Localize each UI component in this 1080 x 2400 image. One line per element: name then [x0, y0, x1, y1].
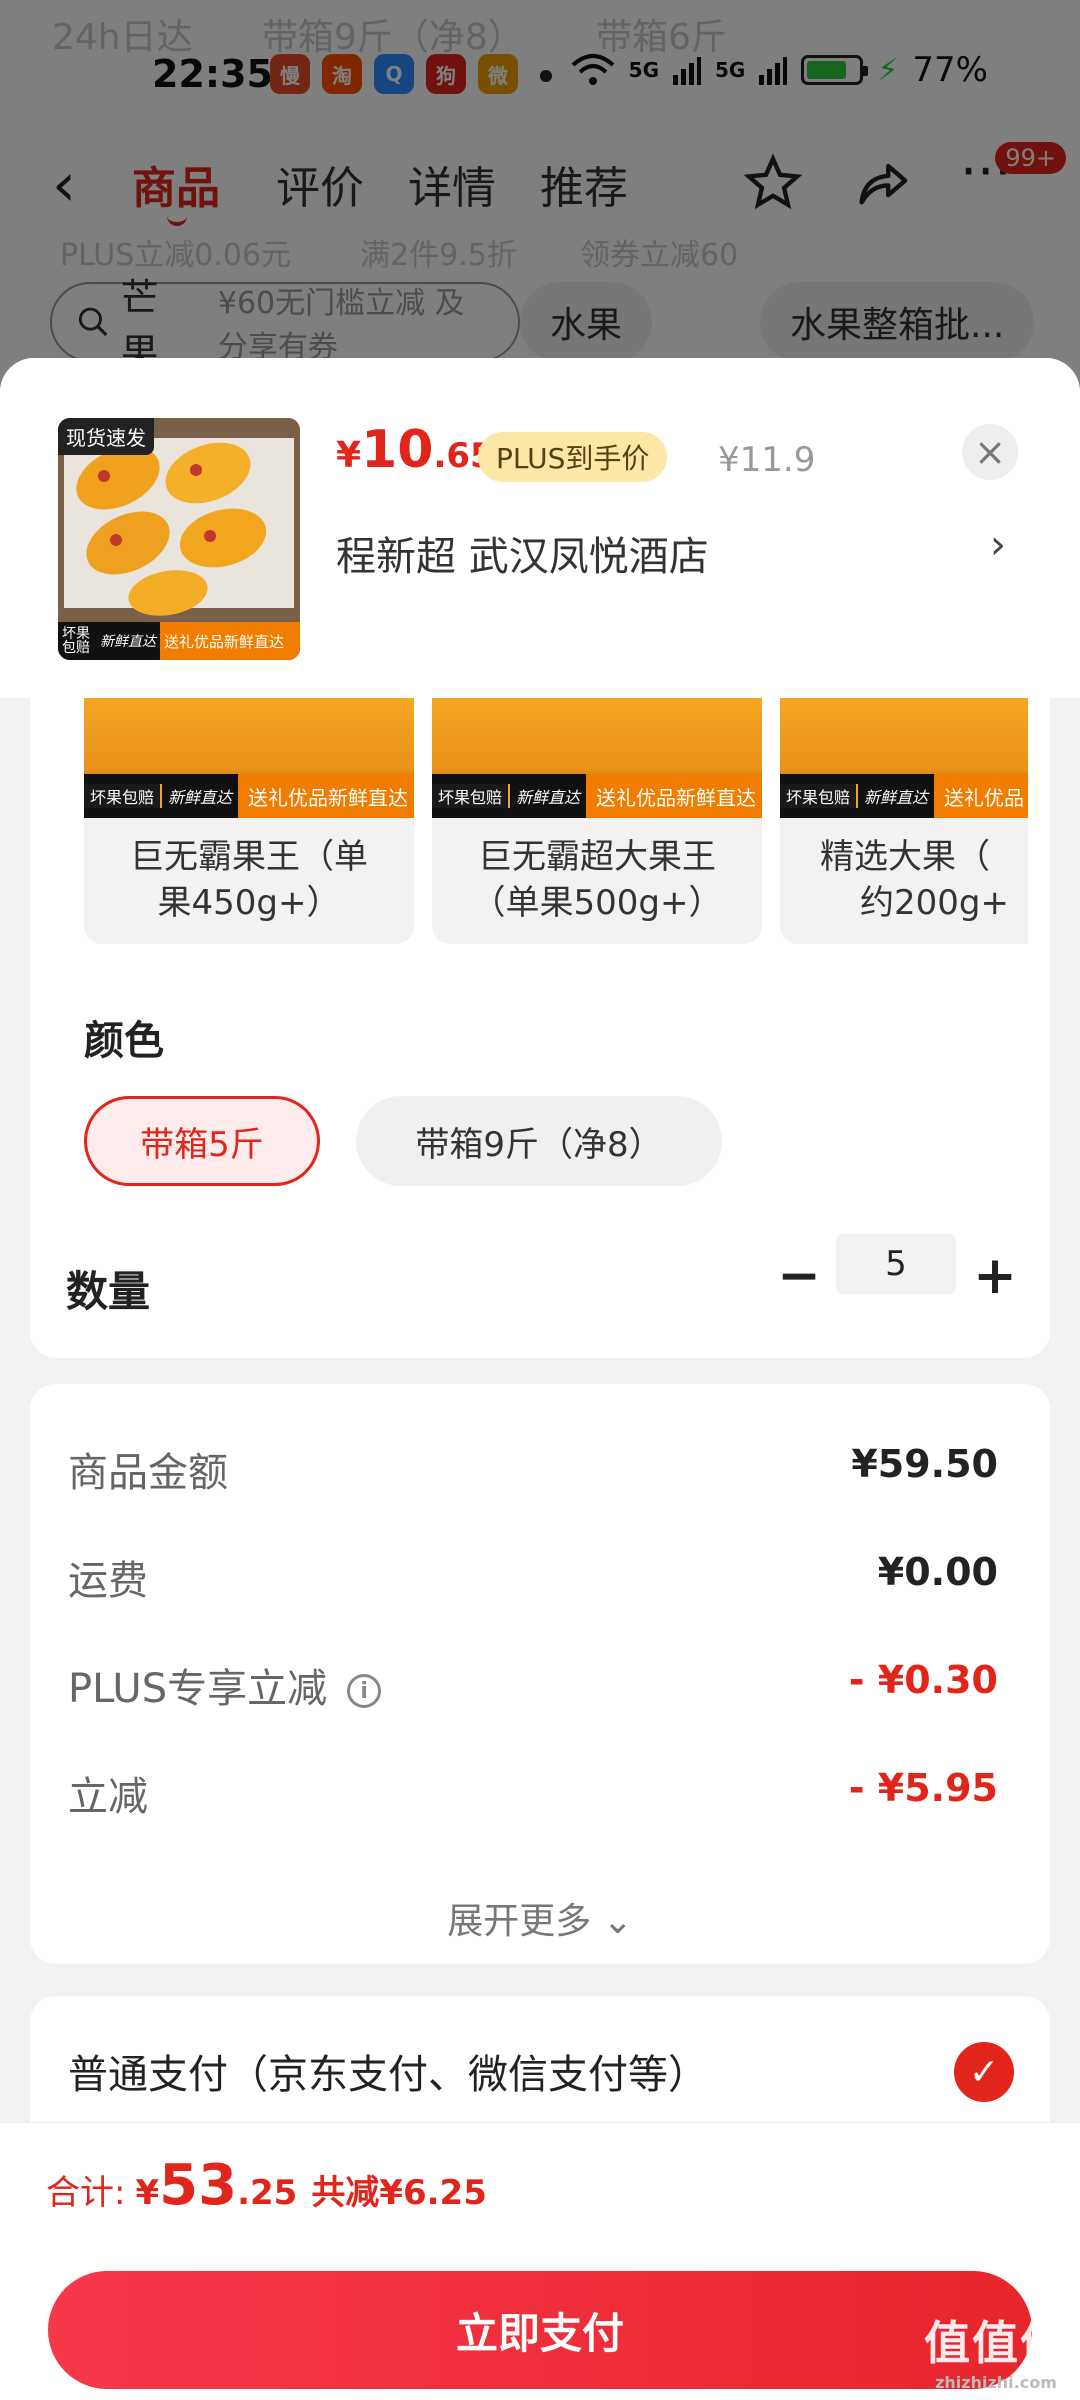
spec-badge-left: 坏果包赔	[780, 784, 859, 808]
fee-label: 运费	[68, 1558, 148, 1604]
spec-label-line2: 约200g+	[860, 883, 1009, 923]
quantity-plus-button[interactable]: +	[970, 1246, 1020, 1306]
total-symbol: ¥	[135, 2173, 160, 2213]
fee-label: 立减	[68, 1774, 148, 1820]
thumbnail-banner-right: 送礼优品新鲜直达	[160, 622, 300, 660]
checkout-bar: 合计: ¥53.25 共减¥6.25 立即支付 值值值 zhizhizhi.com	[0, 2122, 1080, 2400]
thumbnail-banner: 坏果包赔 新鲜直达 送礼优品新鲜直达	[58, 622, 300, 660]
spec-label-line1: 巨无霸果王（单	[130, 837, 368, 877]
fee-value: ¥59.50	[851, 1442, 998, 1486]
fee-value: - ¥0.30	[848, 1658, 998, 1702]
sheet-header: 现货速发 坏果包赔 新鲜直达 送礼优品新鲜直达 ¥10.65 PLUS到手价 ¥…	[0, 358, 1080, 698]
spec-label: 巨无霸超大果王 （单果500g+）	[432, 834, 762, 926]
order-total: 合计: ¥53.25 共减¥6.25	[46, 2153, 487, 2218]
fee-row-goods: 商品金额 ¥59.50	[68, 1440, 998, 1500]
fee-row-plus-discount: PLUS专享立减 i - ¥0.30	[68, 1656, 998, 1716]
total-decimal: .25	[237, 2173, 298, 2213]
spec-label: 精选大果（ 约200g+	[780, 834, 1028, 926]
total-label: 合计:	[46, 2173, 126, 2213]
watermark-url: zhizhizhi.com	[935, 2373, 1057, 2392]
spec-label-line1: 巨无霸超大果王	[478, 837, 716, 877]
info-icon[interactable]: i	[347, 1674, 382, 1708]
chevron-right-icon[interactable]: ›	[990, 522, 1006, 568]
watermark-text: 值值值	[924, 2316, 1068, 2370]
expand-more-button[interactable]: 展开更多 ⌄	[30, 1892, 1050, 1944]
fee-label: 商品金额	[68, 1450, 228, 1496]
spec-badge-mid: 新鲜直达	[864, 788, 929, 807]
total-saving: 共减¥6.25	[311, 2173, 487, 2213]
spec-badge-right: 送礼优品	[934, 774, 1028, 818]
quantity-input[interactable]: 5	[836, 1234, 956, 1294]
spec-badge-mid: 新鲜直达	[168, 788, 233, 807]
plus-price-tag: PLUS到手价	[478, 432, 668, 482]
spec-badge-left: 坏果包赔	[432, 784, 511, 808]
thumbnail-banner-left: 坏果包赔	[62, 626, 90, 656]
quantity-title: 数量	[66, 1267, 151, 1316]
spec-item[interactable]: 坏果包赔 新鲜直达 送礼优品新鲜直达 巨无霸超大果王 （单果500g+）	[432, 698, 762, 944]
price-integer: 10	[361, 420, 434, 480]
spec-item[interactable]: 坏果包赔 新鲜直达 送礼优品 精选大果（ 约200g+	[780, 698, 1028, 944]
fee-label: PLUS专享立减	[68, 1666, 328, 1712]
price-symbol: ¥	[336, 435, 362, 476]
spec-banner: 坏果包赔 新鲜直达 送礼优品	[780, 774, 1028, 818]
quantity-minus-button[interactable]: −	[774, 1246, 824, 1306]
spec-badge-right: 送礼优品新鲜直达	[238, 774, 414, 818]
spec-label: 巨无霸果王（单 果450g+）	[84, 834, 414, 926]
sku-bottom-sheet: 现货速发 坏果包赔 新鲜直达 送礼优品新鲜直达 ¥10.65 PLUS到手价 ¥…	[0, 358, 1080, 2400]
spec-badge-left: 坏果包赔	[84, 784, 163, 808]
total-integer: 53	[159, 2153, 238, 2218]
watermark-logo: 值值值 zhizhizhi.com	[924, 2307, 1068, 2392]
checkmark-icon[interactable]: ✓	[954, 2042, 1014, 2102]
fee-row-shipping: 运费 ¥0.00	[68, 1548, 998, 1608]
spec-label-line2: 果450g+）	[157, 883, 341, 923]
payment-method-label: 普通支付（京东支付、微信支付等）	[68, 2052, 708, 2098]
spec-carousel[interactable]: 坏果包赔 新鲜直达 送礼优品新鲜直达 巨无霸果王（单 果450g+） 坏果包赔 …	[84, 698, 1028, 958]
thumbnail-tag: 现货速发	[58, 418, 154, 455]
spec-badge-right: 送礼优品新鲜直达	[586, 774, 762, 818]
spec-banner: 坏果包赔 新鲜直达 送礼优品新鲜直达	[84, 774, 414, 818]
spec-label-line1: 精选大果（	[820, 837, 990, 877]
close-button[interactable]: ×	[962, 424, 1018, 480]
fee-row-discount: 立减 - ¥5.95	[68, 1764, 998, 1824]
option-box-9jin[interactable]: 带箱9斤（净8）	[356, 1096, 722, 1186]
spec-badge-mid: 新鲜直达	[516, 788, 581, 807]
color-section-title: 颜色	[84, 1018, 164, 1064]
pay-now-button[interactable]: 立即支付	[48, 2271, 1032, 2389]
option-box-5jin[interactable]: 带箱5斤	[84, 1096, 320, 1186]
thumbnail-banner-mid: 新鲜直达	[100, 634, 156, 650]
spec-card: 坏果包赔 新鲜直达 送礼优品新鲜直达 巨无霸果王（单 果450g+） 坏果包赔 …	[30, 698, 1050, 1358]
fee-breakdown-card: 商品金额 ¥59.50 运费 ¥0.00 PLUS专享立减 i - ¥0.30 立…	[30, 1384, 1050, 1964]
product-thumbnail: 现货速发 坏果包赔 新鲜直达 送礼优品新鲜直达	[58, 418, 300, 660]
original-price: ¥11.9	[718, 440, 816, 480]
fee-value: - ¥5.95	[848, 1766, 998, 1810]
fee-label-wrap: PLUS专享立减 i	[68, 1656, 382, 1714]
spec-item[interactable]: 坏果包赔 新鲜直达 送礼优品新鲜直达 巨无霸果王（单 果450g+）	[84, 698, 414, 944]
delivery-address[interactable]: 程新超 武汉凤悦酒店	[336, 524, 709, 582]
price: ¥10.65	[336, 420, 494, 480]
spec-label-line2: （单果500g+）	[471, 883, 723, 923]
spec-banner: 坏果包赔 新鲜直达 送礼优品新鲜直达	[432, 774, 762, 818]
fee-value: ¥0.00	[877, 1550, 998, 1594]
